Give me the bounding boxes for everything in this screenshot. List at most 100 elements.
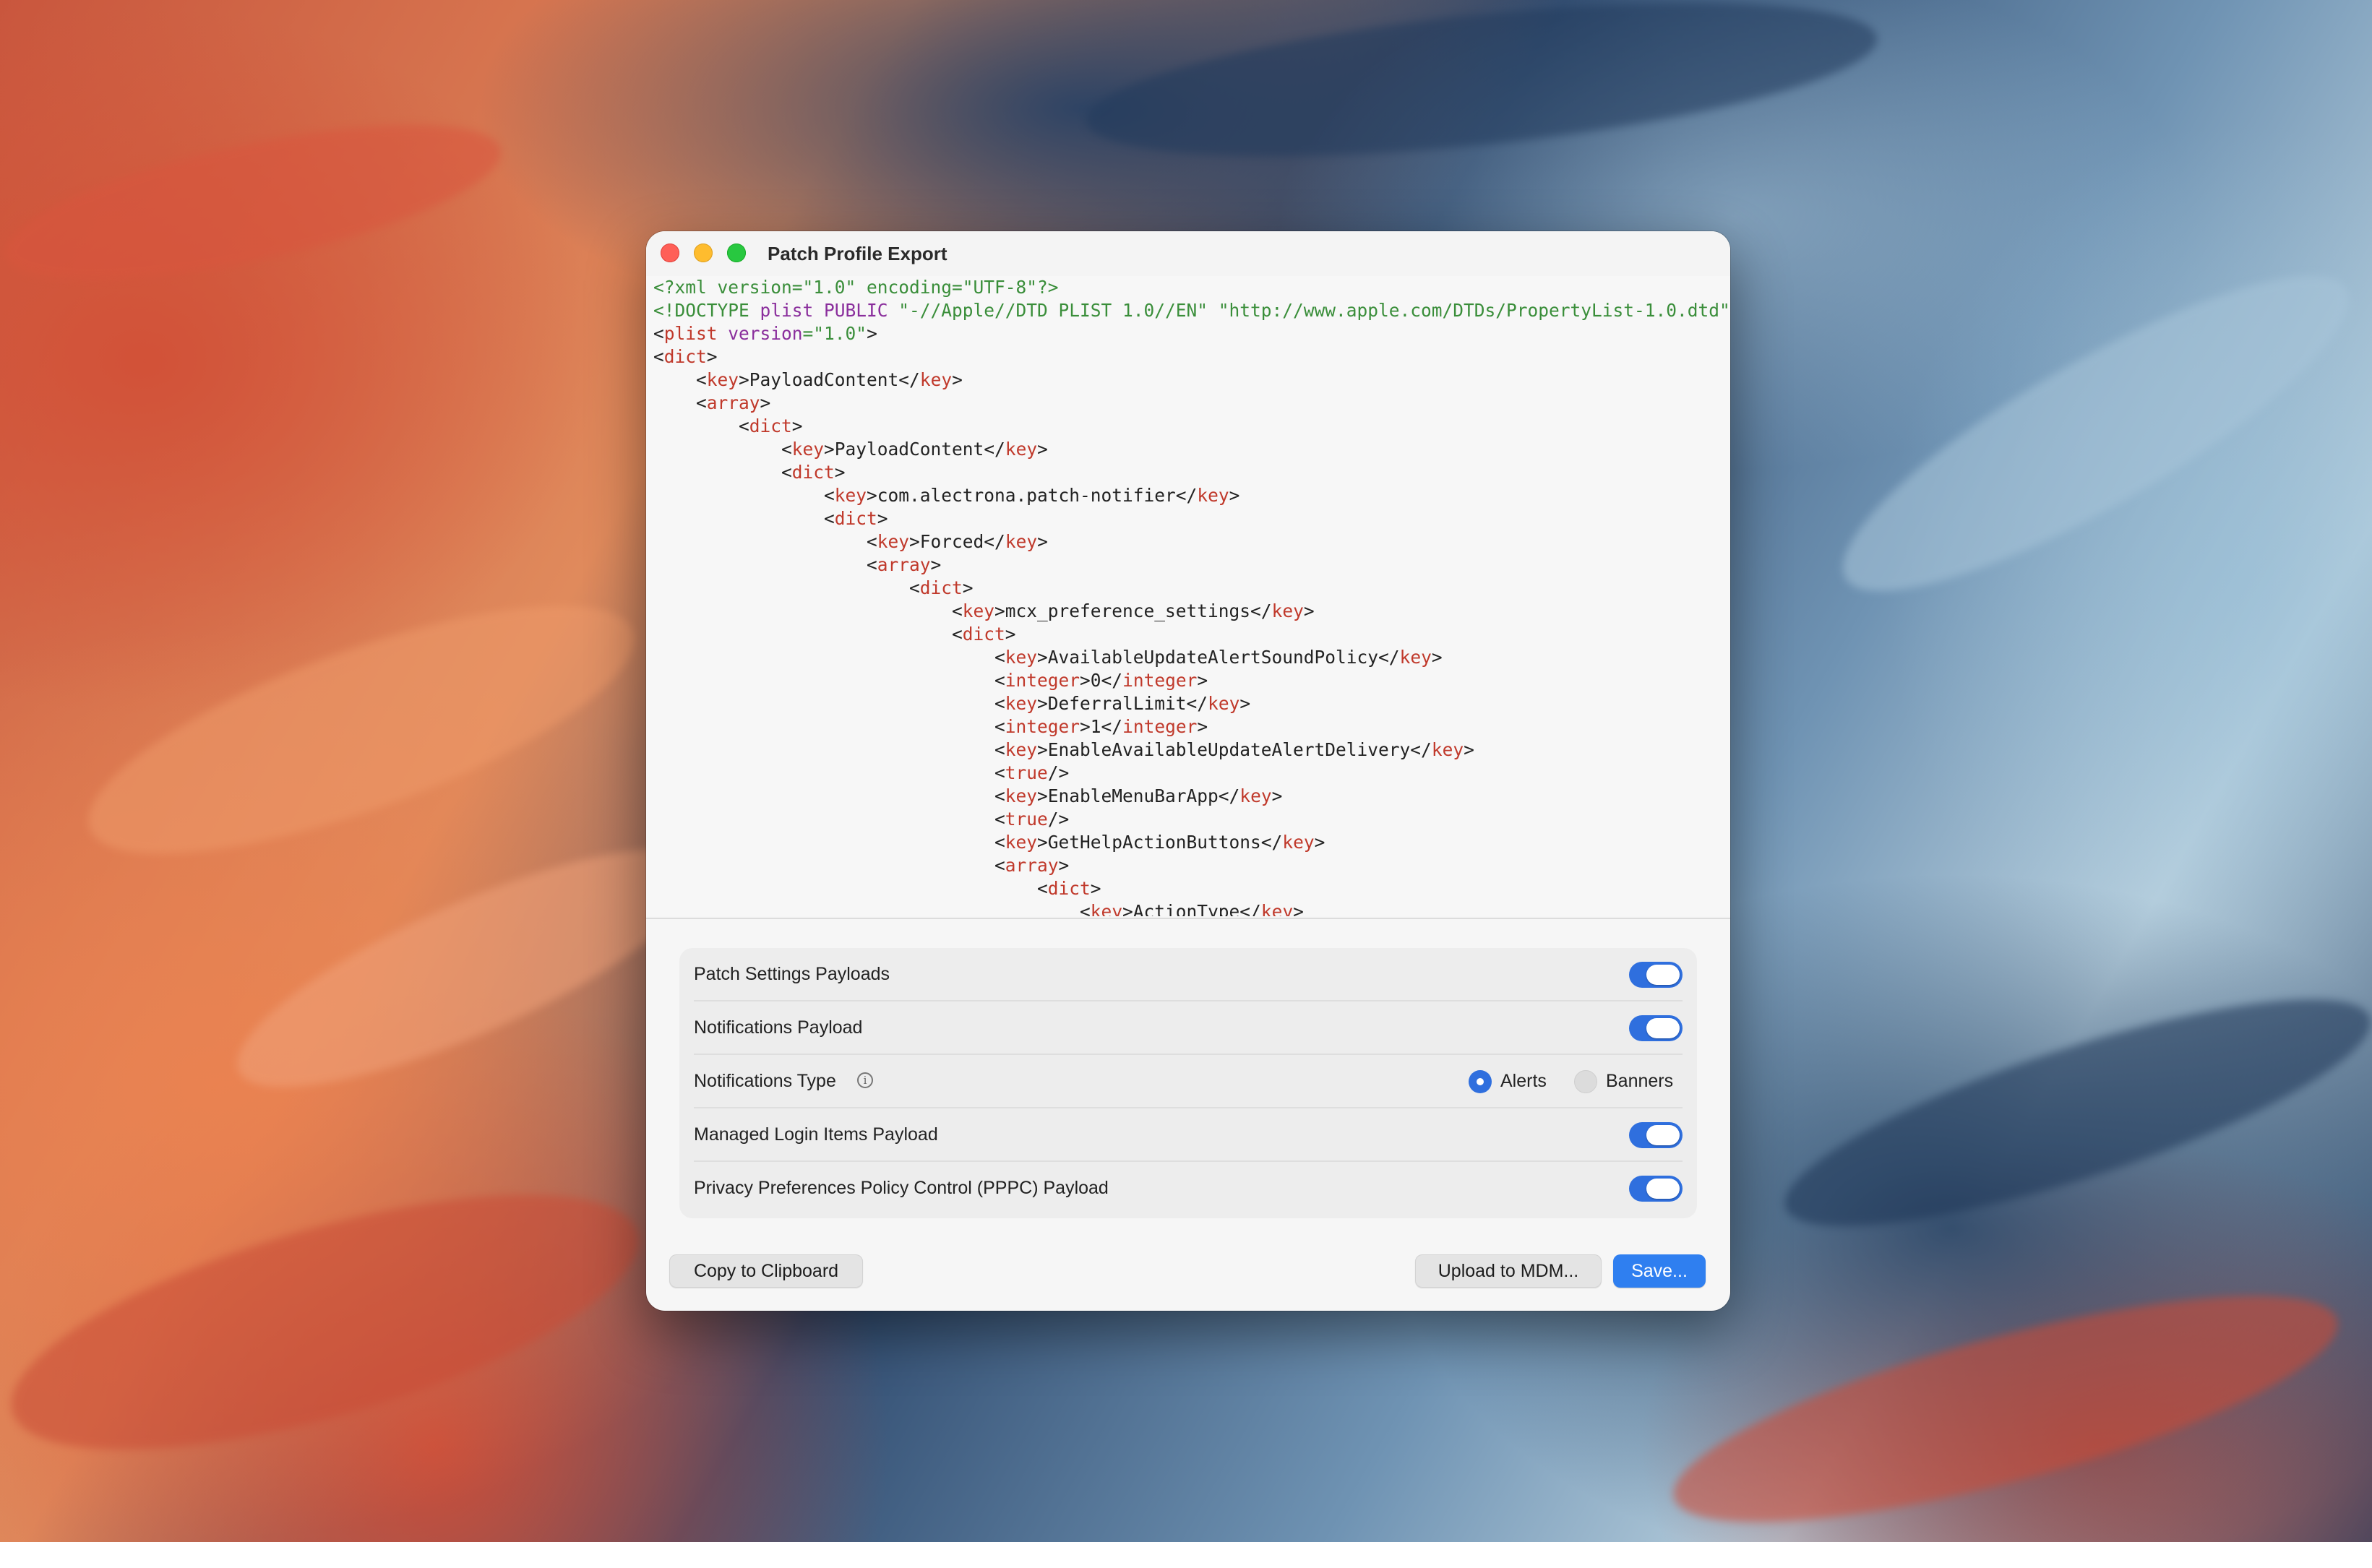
code-token: <!DOCTYPE bbox=[653, 300, 760, 321]
info-icon[interactable]: i bbox=[857, 1072, 873, 1088]
code-token: > bbox=[1271, 785, 1283, 806]
code-token: dict bbox=[1047, 878, 1091, 899]
code-token: > bbox=[1058, 855, 1070, 876]
code-token: /> bbox=[1047, 762, 1070, 783]
code-token: > bbox=[1037, 439, 1048, 460]
code-token: dict bbox=[834, 508, 877, 529]
code-token: < bbox=[994, 762, 1005, 783]
code-token: > bbox=[1229, 485, 1240, 506]
code-token: < bbox=[824, 508, 835, 529]
code-token: dict bbox=[663, 346, 707, 367]
code-token: < bbox=[994, 739, 1005, 760]
alerts-radio[interactable] bbox=[1469, 1070, 1492, 1093]
save-button[interactable]: Save... bbox=[1613, 1254, 1706, 1288]
code-token: key bbox=[1260, 901, 1294, 916]
code-line: <key>mcx_preference_settings</key> bbox=[653, 600, 1730, 623]
code-token: < bbox=[994, 716, 1005, 737]
code-token: > bbox=[867, 323, 877, 344]
code-token: key bbox=[1005, 531, 1038, 552]
code-token: "-//Apple//DTD PLIST 1.0//EN" "http://ww… bbox=[888, 300, 1730, 321]
code-token: >PayloadContent</ bbox=[739, 369, 920, 390]
code-token: array bbox=[1005, 855, 1059, 876]
code-token: key bbox=[834, 485, 867, 506]
notifications-type-label: Notifications Type bbox=[694, 1071, 836, 1091]
toggle-knob bbox=[1646, 1125, 1680, 1145]
code-token: > bbox=[930, 554, 942, 575]
code-token: plist bbox=[663, 323, 718, 344]
code-token: array bbox=[877, 554, 931, 575]
code-line: <key>AvailableUpdateAlertSoundPolicy</ke… bbox=[653, 646, 1730, 669]
code-token: key bbox=[1005, 647, 1038, 668]
xml-code-view[interactable]: <?xml version="1.0" encoding="UTF-8"?> <!… bbox=[646, 276, 1730, 916]
code-token: <?xml version="1.0" encoding="UTF-8"?> bbox=[653, 277, 1059, 298]
code-token: array bbox=[706, 392, 760, 413]
code-token: < bbox=[994, 785, 1005, 806]
code-line: <plist version="1.0"> bbox=[653, 322, 1730, 345]
code-token: >AvailableUpdateAlertSoundPolicy</ bbox=[1037, 647, 1400, 668]
code-token: > bbox=[834, 462, 846, 483]
code-token: > bbox=[1090, 878, 1101, 899]
code-token: key bbox=[1090, 901, 1123, 916]
notifications-payload-row: Notifications Payload bbox=[679, 1001, 1697, 1055]
wallpaper-stroke bbox=[1809, 226, 2372, 641]
managed-login-toggle[interactable] bbox=[1629, 1122, 1683, 1148]
code-line: <dict> bbox=[653, 461, 1730, 484]
code-token: < bbox=[994, 693, 1005, 714]
code-token: >PayloadContent</ bbox=[824, 439, 1005, 460]
code-line: <integer>0</integer> bbox=[653, 669, 1730, 692]
code-line: <key>com.alectrona.patch-notifier</key> bbox=[653, 484, 1730, 507]
close-icon[interactable] bbox=[661, 244, 679, 262]
code-token: key bbox=[1005, 739, 1038, 760]
code-token: key bbox=[1282, 832, 1315, 853]
code-token: key bbox=[706, 369, 739, 390]
code-line: <key>PayloadContent</key> bbox=[653, 369, 1730, 392]
code-line: <true/> bbox=[653, 762, 1730, 785]
upload-to-mdm-button[interactable]: Upload to MDM... bbox=[1415, 1254, 1602, 1288]
code-token: integer bbox=[1122, 716, 1198, 737]
code-token: > bbox=[1314, 832, 1325, 853]
code-line: <!DOCTYPE plist PUBLIC "-//Apple//DTD PL… bbox=[653, 299, 1730, 322]
code-line: <integer>1</integer> bbox=[653, 715, 1730, 738]
code-token: > bbox=[1303, 600, 1315, 621]
code-token: >com.alectrona.patch-notifier</ bbox=[867, 485, 1198, 506]
code-token: version bbox=[717, 323, 803, 344]
code-token: key bbox=[1005, 785, 1038, 806]
minimize-icon[interactable] bbox=[694, 244, 713, 262]
zoom-icon[interactable] bbox=[727, 244, 746, 262]
code-token: < bbox=[653, 346, 664, 367]
patch-settings-row: Patch Settings Payloads bbox=[679, 948, 1697, 1001]
code-token: integer bbox=[1122, 670, 1198, 691]
toggle-knob bbox=[1646, 1018, 1680, 1038]
banners-radio[interactable] bbox=[1574, 1070, 1597, 1093]
code-token: > bbox=[962, 577, 974, 598]
code-token: key bbox=[1005, 439, 1038, 460]
code-token: > bbox=[1197, 670, 1208, 691]
code-token: > bbox=[877, 508, 888, 529]
notifications-payload-toggle[interactable] bbox=[1629, 1015, 1683, 1041]
code-token: < bbox=[952, 600, 963, 621]
code-token: < bbox=[952, 624, 963, 645]
copy-to-clipboard-button[interactable]: Copy to Clipboard bbox=[669, 1254, 863, 1288]
code-token: > bbox=[1037, 531, 1048, 552]
patch-settings-toggle[interactable] bbox=[1629, 962, 1683, 988]
code-token: > bbox=[1293, 901, 1304, 916]
code-token: < bbox=[994, 647, 1005, 668]
managed-login-row: Managed Login Items Payload bbox=[679, 1108, 1697, 1162]
code-token: key bbox=[1005, 832, 1038, 853]
code-token: < bbox=[1080, 901, 1091, 916]
code-token: key bbox=[919, 369, 953, 390]
wallpaper-stroke bbox=[1765, 956, 2372, 1270]
code-line: <dict> bbox=[653, 345, 1730, 369]
pppc-toggle[interactable] bbox=[1629, 1176, 1683, 1202]
code-token: < bbox=[653, 323, 664, 344]
alerts-label[interactable]: Alerts bbox=[1500, 1071, 1547, 1092]
code-token: >EnableAvailableUpdateAlertDelivery</ bbox=[1037, 739, 1432, 760]
code-token: > bbox=[1197, 716, 1208, 737]
divider bbox=[646, 918, 1730, 919]
code-token: key bbox=[1399, 647, 1432, 668]
banners-label[interactable]: Banners bbox=[1606, 1071, 1673, 1092]
code-token: >1</ bbox=[1080, 716, 1123, 737]
code-line: <dict> bbox=[653, 623, 1730, 646]
title-bar[interactable]: Patch Profile Export bbox=[646, 231, 1730, 277]
code-line: <true/> bbox=[653, 808, 1730, 831]
